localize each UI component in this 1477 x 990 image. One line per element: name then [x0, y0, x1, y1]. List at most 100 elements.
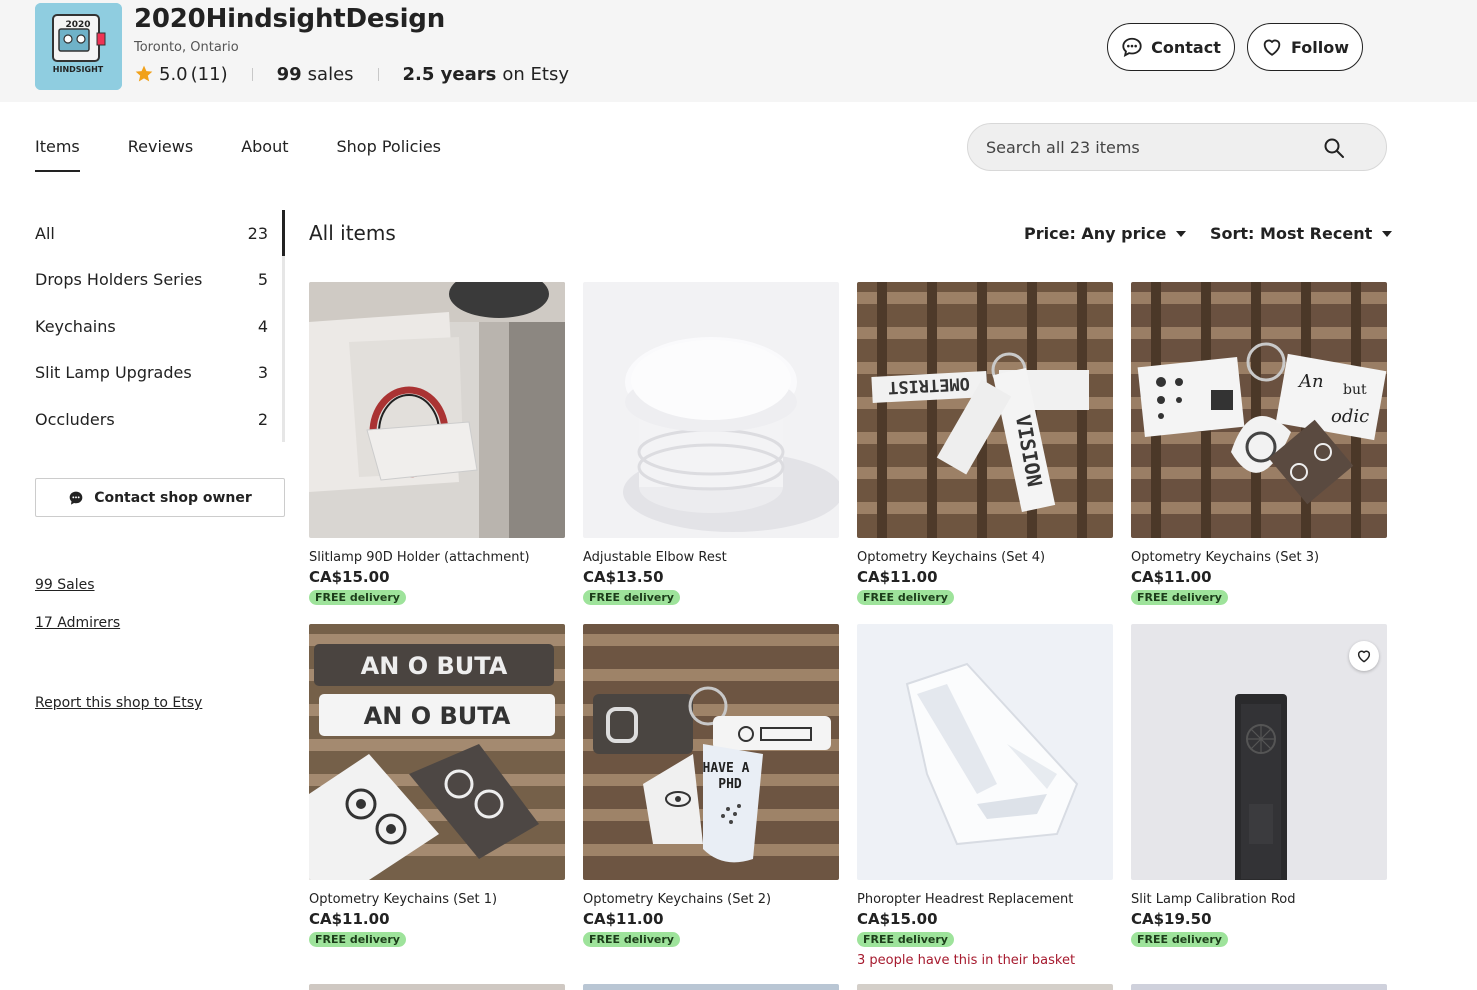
price-filter-dropdown[interactable]: Price: Any price: [1024, 224, 1187, 243]
sales-link[interactable]: 99 Sales: [35, 577, 95, 593]
listing-title[interactable]: Slitlamp 90D Holder (attachment): [309, 550, 565, 565]
sales-count: 99: [276, 63, 302, 85]
listing-title[interactable]: Optometry Keychains (Set 3): [1131, 550, 1387, 565]
shop-header: 2020 HINDSIGHT 2020HindsightDesign Toron…: [0, 0, 1477, 102]
listing-title[interactable]: Optometry Keychains (Set 2): [583, 892, 839, 907]
photo-text: OMETRIST: [887, 373, 970, 397]
basket-note: 3 people have this in their basket: [857, 953, 1076, 968]
section-count: 2: [257, 409, 268, 429]
listing-card[interactable]: Phoropter Headrest Replacement CA$15.00 …: [857, 624, 1113, 968]
active-section-indicator: [282, 210, 285, 256]
heart-icon: [1263, 39, 1281, 56]
section-label: Drops Holders Series: [35, 270, 203, 290]
section-label: Occluders: [35, 409, 115, 429]
shop-logo[interactable]: 2020 HINDSIGHT: [35, 3, 122, 90]
section-item-drops-holders[interactable]: Drops Holders Series 5: [35, 257, 282, 304]
listing-image[interactable]: An but odic: [1131, 282, 1387, 538]
listing-image[interactable]: OMETRIST VISION: [857, 282, 1113, 538]
tab-about[interactable]: About: [241, 124, 288, 172]
free-delivery-badge: FREE delivery: [309, 932, 406, 947]
logo-text-bottom: HINDSIGHT: [53, 65, 104, 74]
section-count: 23: [247, 223, 268, 243]
caret-down-icon: [1382, 230, 1393, 237]
price-filter-label: Price: Any price: [1024, 224, 1167, 243]
admirers-link[interactable]: 17 Admirers: [35, 615, 120, 631]
search-box: [967, 123, 1387, 171]
section-item-occluders[interactable]: Occluders 2: [35, 396, 282, 443]
shop-location: Toronto, Ontario: [134, 40, 239, 55]
section-item-all[interactable]: All 23: [35, 210, 282, 257]
listing-title[interactable]: Optometry Keychains (Set 4): [857, 550, 1113, 565]
shop-nav: Items Reviews About Shop Policies: [35, 124, 489, 174]
listing-image-partial[interactable]: [309, 984, 565, 990]
listing-image-partial[interactable]: [857, 984, 1113, 990]
heart-icon: [1357, 650, 1371, 663]
sales-label: sales: [307, 63, 354, 85]
listing-price: CA$15.00: [309, 568, 390, 586]
listing-image[interactable]: HAVE A PHD: [583, 624, 839, 880]
listing-card[interactable]: HAVE A PHD Optometry Keychains (Set 2) C…: [583, 624, 839, 947]
chat-bubble-icon: [1122, 37, 1142, 57]
sort-label: Sort: Most Recent: [1210, 224, 1373, 243]
listing-image-partial[interactable]: [1131, 984, 1387, 990]
sort-dropdown[interactable]: Sort: Most Recent: [1210, 224, 1393, 243]
listing-image[interactable]: AN O BUTA AN O BUTA: [309, 624, 565, 880]
listing-title[interactable]: Phoropter Headrest Replacement: [857, 892, 1113, 907]
listing-card[interactable]: Slitlamp 90D Holder (attachment) CA$15.0…: [309, 282, 565, 605]
photo-text: AN O BUTA: [361, 652, 508, 680]
free-delivery-badge: FREE delivery: [1131, 932, 1228, 947]
listing-title[interactable]: Optometry Keychains (Set 1): [309, 892, 565, 907]
contact-shop-owner-label: Contact shop owner: [94, 489, 252, 506]
photo-text: odic: [1331, 406, 1369, 427]
sidebar: All 23 Drops Holders Series 5 Keychains …: [35, 210, 285, 711]
tab-reviews[interactable]: Reviews: [128, 124, 193, 172]
listing-image[interactable]: [857, 624, 1113, 880]
tab-items[interactable]: Items: [35, 124, 80, 172]
report-shop-link[interactable]: Report this shop to Etsy: [35, 695, 202, 711]
shop-stats: 5.0 (11) 99 sales 2.5 years on Etsy: [134, 61, 569, 87]
listing-price: CA$11.00: [1131, 568, 1212, 586]
contact-button[interactable]: Contact: [1107, 23, 1235, 71]
photo-text: HAVE A: [703, 761, 750, 776]
listing-card[interactable]: Adjustable Elbow Rest CA$13.50 FREE deli…: [583, 282, 839, 605]
follow-button-label: Follow: [1290, 37, 1349, 57]
page-title: All items: [309, 221, 396, 245]
favorite-button[interactable]: [1349, 641, 1379, 671]
stat-divider: [251, 67, 253, 81]
star-icon: [135, 65, 153, 82]
listing-price: CA$11.00: [583, 910, 664, 928]
listing-card[interactable]: Slit Lamp Calibration Rod CA$19.50 FREE …: [1131, 624, 1387, 947]
section-count: 5: [257, 270, 268, 290]
photo-text: AN O BUTA: [364, 702, 511, 730]
tab-shop-policies[interactable]: Shop Policies: [337, 124, 442, 172]
listing-image[interactable]: [1131, 624, 1387, 880]
listing-card[interactable]: An but odic Optometry Keychains (Set 3) …: [1131, 282, 1387, 605]
listing-title[interactable]: Slit Lamp Calibration Rod: [1131, 892, 1387, 907]
caret-down-icon: [1176, 230, 1187, 237]
photo-text: An: [1297, 371, 1324, 392]
listing-card[interactable]: OMETRIST VISION Optometry Keychains (Set…: [857, 282, 1113, 605]
listing-image[interactable]: [583, 282, 839, 538]
contact-button-label: Contact: [1151, 37, 1221, 57]
photo-text: PHD: [718, 777, 742, 792]
listing-title[interactable]: Adjustable Elbow Rest: [583, 550, 839, 565]
free-delivery-badge: FREE delivery: [857, 590, 954, 605]
photo-text: but: [1343, 382, 1367, 398]
section-label: All: [35, 223, 55, 243]
free-delivery-badge: FREE delivery: [857, 932, 954, 947]
section-item-keychains[interactable]: Keychains 4: [35, 303, 282, 350]
listing-image[interactable]: [309, 282, 565, 538]
listing-image-partial[interactable]: [583, 984, 839, 990]
rating-count[interactable]: (11): [191, 64, 228, 85]
follow-button[interactable]: Follow: [1247, 23, 1363, 71]
section-item-slit-lamp-upgrades[interactable]: Slit Lamp Upgrades 3: [35, 350, 282, 397]
search-input[interactable]: [986, 137, 1306, 157]
listing-price: CA$11.00: [309, 910, 390, 928]
logo-text-top: 2020: [65, 20, 90, 30]
rating-value: 5.0: [159, 63, 188, 85]
contact-shop-owner-button[interactable]: Contact shop owner: [35, 478, 285, 517]
listing-card[interactable]: AN O BUTA AN O BUTA Optometry Keychains …: [309, 624, 565, 947]
section-list: All 23 Drops Holders Series 5 Keychains …: [35, 210, 285, 442]
search-icon[interactable]: [1322, 136, 1346, 160]
listing-price: CA$11.00: [857, 568, 938, 586]
